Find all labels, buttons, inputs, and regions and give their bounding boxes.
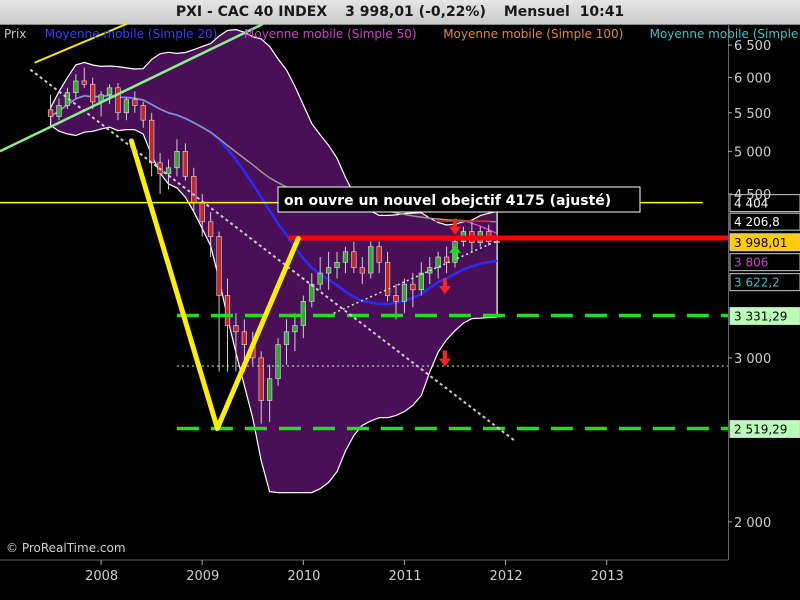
candle-body bbox=[165, 167, 172, 175]
level-price-box: 3 622,2 bbox=[729, 273, 800, 292]
candle-body bbox=[376, 246, 382, 263]
y-tick-label: 3 000 bbox=[734, 352, 771, 367]
candle-body bbox=[182, 151, 188, 177]
y-tick-label: 6 500 bbox=[734, 39, 771, 54]
candle-body bbox=[351, 251, 357, 268]
legend-item: Moyenne mobile (Simple 50) bbox=[244, 27, 417, 41]
candle-body bbox=[359, 267, 365, 274]
candle-body bbox=[317, 272, 323, 285]
candle-body bbox=[149, 119, 155, 164]
candle-body bbox=[216, 236, 222, 296]
arrow-head bbox=[438, 358, 451, 367]
candle-body bbox=[90, 84, 96, 103]
level-price-box: 3 806 bbox=[729, 253, 800, 272]
candle-body bbox=[123, 99, 130, 114]
candle bbox=[275, 338, 281, 386]
candle-body bbox=[384, 261, 391, 296]
annotation: on ouvre un nouvel obejctif 4175 (ajusté… bbox=[277, 186, 641, 213]
candle bbox=[149, 112, 155, 177]
candle-body bbox=[106, 87, 113, 96]
candle-body bbox=[418, 272, 424, 291]
candle-body bbox=[300, 301, 306, 326]
candle-body bbox=[81, 80, 87, 85]
candle-body bbox=[56, 105, 62, 117]
price-chart[interactable]: 4 4044 206,83 998,013 8063 622,23 331,29… bbox=[0, 0, 800, 600]
candle-body bbox=[233, 325, 239, 333]
candle-body bbox=[267, 378, 273, 401]
y-tick-label: 4 500 bbox=[734, 188, 771, 203]
x-tick-label: 2012 bbox=[490, 569, 523, 584]
candle-body bbox=[443, 256, 450, 263]
y-tick-label: 5 000 bbox=[734, 145, 771, 160]
level-price-box: 2 519,29 bbox=[729, 420, 800, 439]
candle-body bbox=[393, 295, 399, 302]
y-tick-label: 6 000 bbox=[734, 72, 771, 87]
candle-body bbox=[368, 246, 374, 274]
level-price-box: 4 206,8 bbox=[729, 212, 800, 231]
x-tick-label: 2009 bbox=[186, 569, 219, 584]
candle-body bbox=[115, 87, 121, 114]
level-box-label: 3 331,29 bbox=[734, 310, 787, 324]
candle-body bbox=[292, 325, 298, 333]
x-tick-label: 2013 bbox=[591, 569, 624, 584]
candle-body bbox=[342, 251, 349, 263]
candle-body bbox=[401, 283, 408, 302]
y-tick-label: 5 500 bbox=[734, 107, 771, 122]
level-box-label: 3 806 bbox=[734, 256, 768, 270]
legend-item: Moyenne mobile (Simple 100) bbox=[443, 27, 623, 41]
annotation-text: on ouvre un nouvel obejctif 4175 (ajusté… bbox=[284, 193, 611, 209]
level-price-box: 3 331,29 bbox=[729, 307, 800, 326]
candle-body bbox=[325, 267, 332, 274]
legend-item: Prix bbox=[4, 27, 26, 41]
level-box-label: 2 519,29 bbox=[734, 423, 787, 437]
candle-body bbox=[132, 99, 138, 106]
candle-body bbox=[241, 331, 247, 345]
candle-body bbox=[224, 295, 231, 326]
candle-body bbox=[73, 80, 79, 93]
candle-body bbox=[208, 221, 214, 237]
candle-body bbox=[334, 261, 340, 268]
candle-body bbox=[191, 176, 197, 204]
y-tick-label: 2 000 bbox=[734, 516, 771, 531]
level-box-label: 4 206,8 bbox=[734, 215, 780, 229]
level-price-box: 3 998,01 bbox=[729, 233, 800, 252]
x-tick-label: 2011 bbox=[388, 569, 421, 584]
legend-item: Moyenne mobile (Simple 20) bbox=[45, 27, 218, 41]
candle-body bbox=[258, 357, 264, 401]
candle-body bbox=[140, 105, 146, 121]
candle-body bbox=[275, 344, 281, 379]
candle-body bbox=[47, 109, 54, 117]
candle bbox=[216, 231, 222, 372]
candle-body bbox=[174, 151, 180, 169]
candle bbox=[368, 241, 374, 279]
x-tick-label: 2010 bbox=[287, 569, 320, 584]
candle-body bbox=[283, 331, 290, 345]
x-tick-label: 2008 bbox=[85, 569, 118, 584]
level-box-label: 3 622,2 bbox=[734, 276, 780, 290]
candle-body bbox=[199, 202, 205, 223]
legend-item: Moyenne mobile (Simple 200) bbox=[650, 27, 800, 41]
arrow-down-icon bbox=[438, 350, 451, 367]
level-box-label: 3 998,01 bbox=[734, 236, 787, 250]
candle-body bbox=[410, 283, 416, 291]
copyright-text: © ProRealTime.com bbox=[6, 541, 126, 555]
legend: Prix Moyenne mobile (Simple 20) Moyenne mo… bbox=[4, 27, 800, 41]
